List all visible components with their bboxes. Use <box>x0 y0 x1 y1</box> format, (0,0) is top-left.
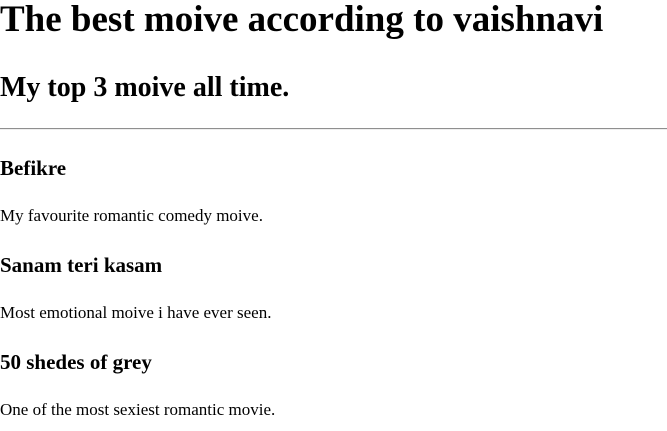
page-content: The best moive according to vaishnavi My… <box>0 0 667 431</box>
movie-title-50-shedes-of-grey: 50 shedes of grey <box>0 350 152 374</box>
movie-description-sanam-teri-kasam: Most emotional moive i have ever seen. <box>0 303 272 322</box>
movie-title-sanam-teri-kasam: Sanam teri kasam <box>0 253 163 277</box>
horizontal-divider <box>0 128 667 130</box>
page-subtitle: My top 3 moive all time. <box>0 72 290 103</box>
page-title: The best moive according to vaishnavi <box>0 0 604 40</box>
movie-description-befikre: My favourite romantic comedy moive. <box>0 206 263 225</box>
movie-title-befikre: Befikre <box>0 156 67 180</box>
movie-description-50-shedes-of-grey: One of the most sexiest romantic movie. <box>0 400 276 419</box>
